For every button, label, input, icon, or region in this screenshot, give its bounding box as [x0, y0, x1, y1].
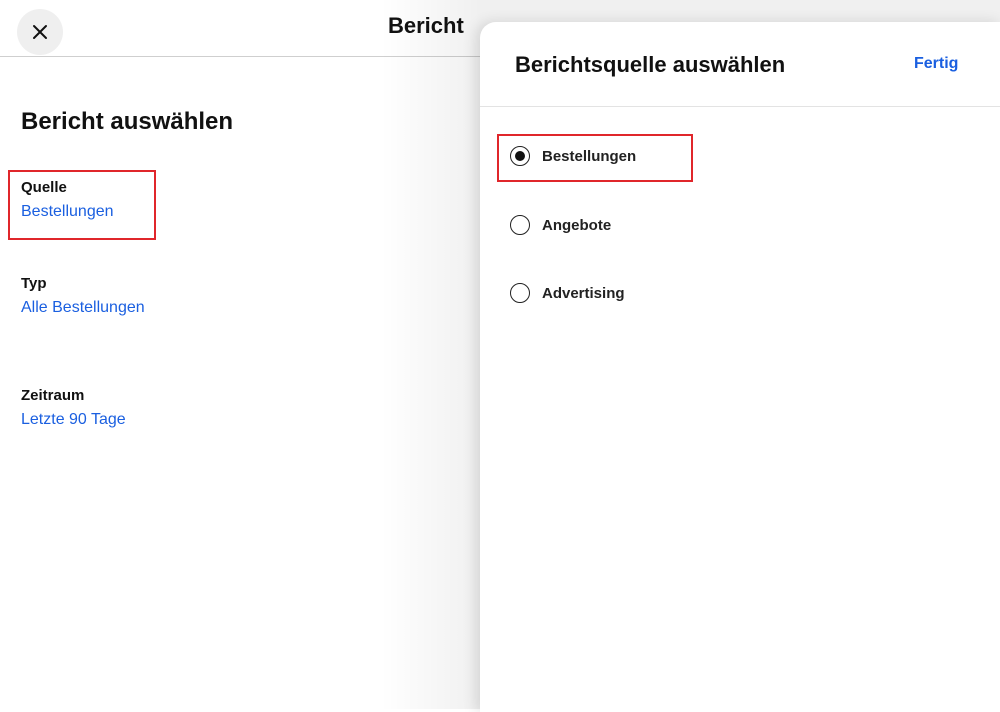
section-heading: Bericht auswählen [21, 108, 234, 135]
setting-value-period: Letzte 90 Tage [21, 411, 126, 428]
radio-button[interactable] [510, 283, 530, 303]
highlight-box-option [497, 134, 693, 182]
panel-header: Berichtsquelle auswählen Fertig [480, 22, 1000, 107]
radio-button[interactable] [510, 215, 530, 235]
close-button[interactable] [17, 9, 63, 55]
radio-label-listings: Angebote [542, 216, 612, 234]
highlight-box-source [8, 170, 156, 240]
done-button[interactable]: Fertig [914, 55, 958, 73]
setting-row-period[interactable]: Zeitraum Letzte 90 Tage [21, 387, 493, 429]
radio-option-listings[interactable]: Angebote [510, 215, 611, 235]
setting-value-type: Alle Bestellungen [21, 299, 145, 316]
page-title: Bericht [388, 13, 464, 38]
radio-label-advertising: Advertising [542, 284, 625, 302]
setting-label-period: Zeitraum [21, 387, 85, 404]
radio-option-advertising[interactable]: Advertising [510, 283, 625, 303]
source-panel: Berichtsquelle auswählen Fertig Bestellu… [480, 22, 1000, 712]
close-icon [33, 25, 47, 39]
panel-title: Berichtsquelle auswählen [515, 52, 786, 77]
setting-row-type[interactable]: Typ Alle Bestellungen [21, 275, 493, 317]
setting-label-type: Typ [21, 275, 47, 292]
